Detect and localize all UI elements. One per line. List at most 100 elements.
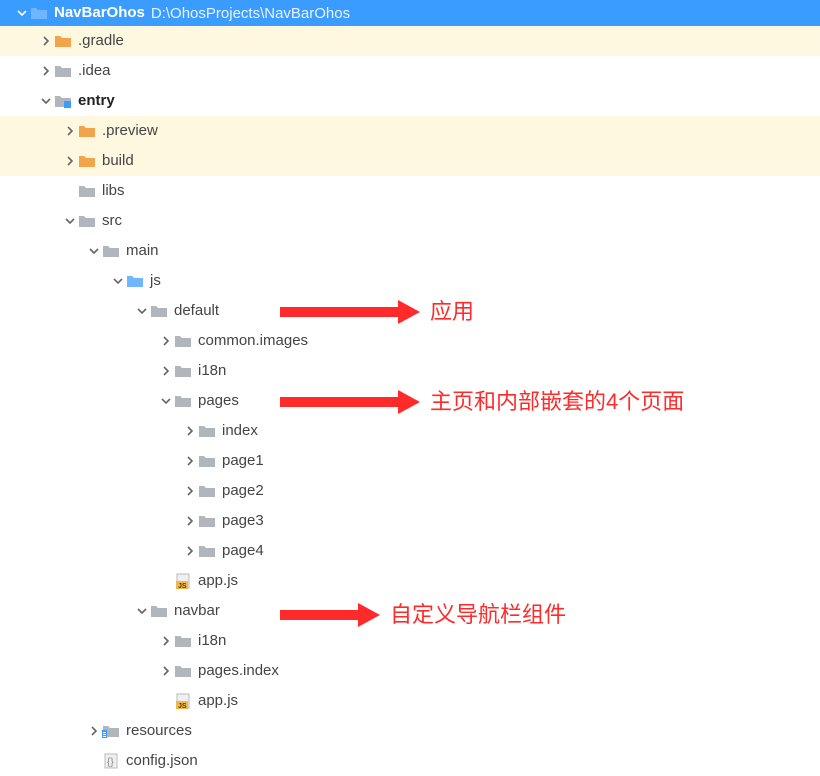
- tree-disclosure-icon[interactable]: [134, 303, 150, 319]
- folder-grey-icon: [174, 663, 192, 679]
- tree-disclosure-icon[interactable]: [62, 123, 78, 139]
- tree-disclosure-icon[interactable]: [134, 603, 150, 619]
- tree-disclosure-icon[interactable]: [158, 663, 174, 679]
- tree-row[interactable]: page3: [0, 506, 820, 536]
- tree-item-label: default: [174, 296, 219, 326]
- folder-grey-icon: [174, 363, 192, 379]
- tree-disclosure-icon[interactable]: [62, 153, 78, 169]
- resources-icon: [102, 723, 120, 739]
- folder-grey-icon: [78, 213, 96, 229]
- tree-item-label: pages: [198, 386, 239, 416]
- tree-disclosure-icon[interactable]: [62, 213, 78, 229]
- folder-blue-icon: [126, 273, 144, 289]
- tree-row[interactable]: js: [0, 266, 820, 296]
- tree-row[interactable]: JS app.js: [0, 686, 820, 716]
- folder-grey-icon: [198, 423, 216, 439]
- folder-orange-icon: [54, 33, 72, 49]
- tree-disclosure-icon[interactable]: [182, 423, 198, 439]
- file-js-icon: JS: [174, 573, 192, 589]
- tree-item-label: app.js: [198, 566, 238, 596]
- folder-grey-icon: [198, 483, 216, 499]
- tree-item-label: main: [126, 236, 159, 266]
- tree-row[interactable]: i18n: [0, 356, 820, 386]
- tree-disclosure-icon[interactable]: [182, 543, 198, 559]
- folder-blue-icon: [30, 5, 48, 21]
- folder-orange-icon: [78, 153, 96, 169]
- tree-item-label: page4: [222, 536, 264, 566]
- tree-item-label: index: [222, 416, 258, 446]
- tree-item-label: navbar: [174, 596, 220, 626]
- tree-disclosure-icon[interactable]: [182, 513, 198, 529]
- tree-row[interactable]: src: [0, 206, 820, 236]
- tree-row[interactable]: .idea: [0, 56, 820, 86]
- tree-disclosure-icon[interactable]: [158, 633, 174, 649]
- tree-item-label: config.json: [126, 746, 198, 776]
- tree-disclosure-icon[interactable]: [86, 243, 102, 259]
- folder-grey-icon: [174, 633, 192, 649]
- tree-row[interactable]: libs: [0, 176, 820, 206]
- tree-disclosure-icon[interactable]: [182, 453, 198, 469]
- folder-grey-icon: [198, 453, 216, 469]
- tree-row[interactable]: resources: [0, 716, 820, 746]
- tree-row[interactable]: index: [0, 416, 820, 446]
- folder-grey-icon: [150, 603, 168, 619]
- tree-row[interactable]: pages.index: [0, 656, 820, 686]
- tree-item-label: js: [150, 266, 161, 296]
- tree-item-label: i18n: [198, 356, 226, 386]
- tree-disclosure-icon[interactable]: [38, 63, 54, 79]
- tree-row[interactable]: page4: [0, 536, 820, 566]
- tree-row[interactable]: common.images: [0, 326, 820, 356]
- tree-item-label: entry: [78, 86, 115, 116]
- tree-row[interactable]: build: [0, 146, 820, 176]
- folder-orange-icon: [78, 123, 96, 139]
- tree-disclosure-icon[interactable]: [86, 723, 102, 739]
- tree-disclosure-icon[interactable]: [158, 333, 174, 349]
- tree-row[interactable]: pages: [0, 386, 820, 416]
- tree-row[interactable]: i18n: [0, 626, 820, 656]
- tree-row[interactable]: page2: [0, 476, 820, 506]
- svg-text:JS: JS: [178, 703, 187, 709]
- tree-item-label: common.images: [198, 326, 308, 356]
- tree-item-label: NavBarOhos: [54, 0, 145, 28]
- tree-item-label: pages.index: [198, 656, 279, 686]
- folder-grey-icon: [102, 243, 120, 259]
- tree-disclosure-icon[interactable]: [182, 483, 198, 499]
- tree-item-label: page1: [222, 446, 264, 476]
- tree-row[interactable]: .gradle: [0, 26, 820, 56]
- tree-item-label: .preview: [102, 116, 158, 146]
- project-path: D:\OhosProjects\NavBarOhos: [151, 5, 350, 22]
- tree-row[interactable]: entry: [0, 86, 820, 116]
- folder-grey-icon: [174, 333, 192, 349]
- tree-row[interactable]: main: [0, 236, 820, 266]
- module-blue-icon: [54, 93, 72, 109]
- folder-grey-icon: [150, 303, 168, 319]
- tree-item-label: build: [102, 146, 134, 176]
- tree-item-label: .idea: [78, 56, 111, 86]
- tree-row[interactable]: .preview: [0, 116, 820, 146]
- folder-grey-icon: [54, 63, 72, 79]
- folder-grey-icon: [198, 513, 216, 529]
- tree-item-label: i18n: [198, 626, 226, 656]
- tree-row[interactable]: navbar: [0, 596, 820, 626]
- tree-row[interactable]: page1: [0, 446, 820, 476]
- tree-row[interactable]: {} config.json: [0, 746, 820, 776]
- folder-grey-icon: [78, 183, 96, 199]
- tree-row[interactable]: default: [0, 296, 820, 326]
- tree-item-label: .gradle: [78, 26, 124, 56]
- tree-item-label: src: [102, 206, 122, 236]
- tree-disclosure-icon[interactable]: [158, 393, 174, 409]
- tree-item-label: libs: [102, 176, 125, 206]
- tree-row[interactable]: JS app.js: [0, 566, 820, 596]
- file-json-icon: {}: [102, 753, 120, 769]
- tree-disclosure-icon[interactable]: [110, 273, 126, 289]
- folder-grey-icon: [198, 543, 216, 559]
- project-root-row[interactable]: NavBarOhos D:\OhosProjects\NavBarOhos: [0, 0, 820, 26]
- tree-disclosure-icon[interactable]: [38, 93, 54, 109]
- svg-text:JS: JS: [178, 583, 187, 589]
- tree-disclosure-icon[interactable]: [158, 363, 174, 379]
- tree-disclosure-icon[interactable]: [14, 5, 30, 21]
- tree-disclosure-icon[interactable]: [38, 33, 54, 49]
- folder-grey-icon: [174, 393, 192, 409]
- tree-item-label: app.js: [198, 686, 238, 716]
- tree-item-label: resources: [126, 716, 192, 746]
